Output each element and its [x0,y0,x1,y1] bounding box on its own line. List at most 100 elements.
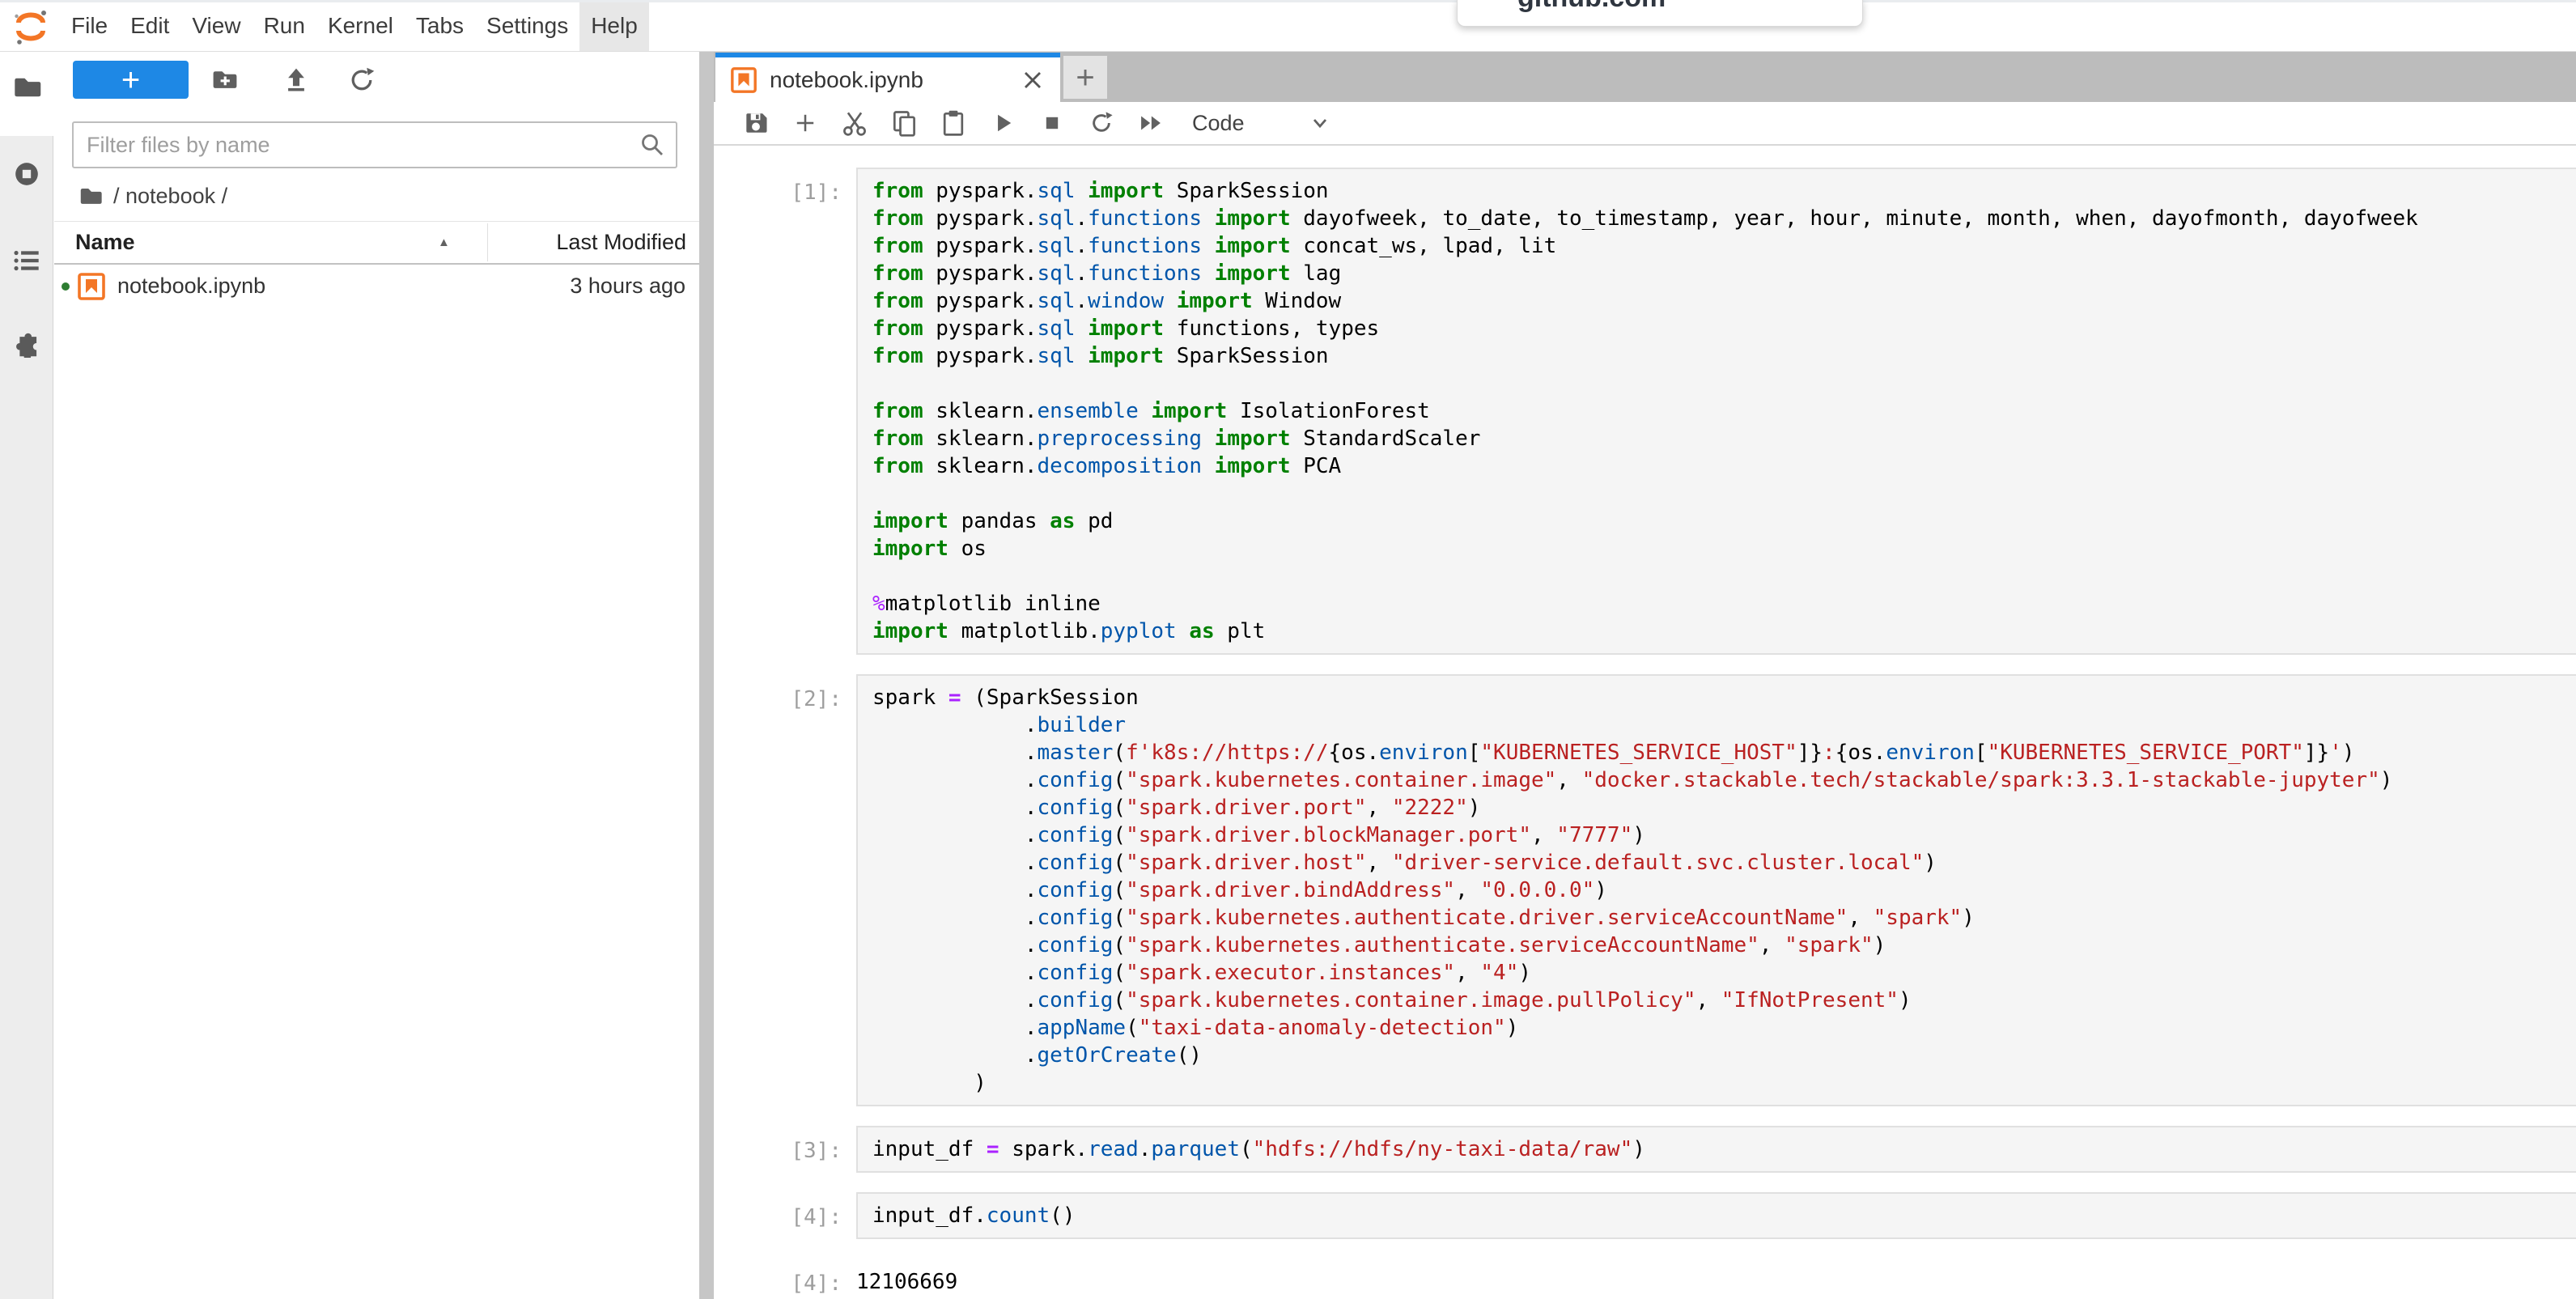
code-line: .config("spark.kubernetes.container.imag… [872,766,2576,794]
menu-help[interactable]: Help [579,0,649,51]
input-prompt: [4]: [714,1192,842,1231]
jupyter-logo [11,7,50,46]
code-cell[interactable]: [4]: input_df.count() [714,1192,2576,1239]
file-browser-panel: + Filter files by name [54,52,699,1299]
column-header-name[interactable]: Name [75,222,135,263]
notebook-tab[interactable]: notebook.ipynb [715,53,1060,102]
upload-button[interactable] [282,66,311,95]
column-header-modified[interactable]: Last Modified [556,222,686,263]
input-prompt: [2]: [714,674,842,713]
copy-cells-button[interactable] [886,105,922,141]
code-line: input_df = spark.read.parquet("hdfs://hd… [872,1136,2576,1163]
chevron-down-icon [1308,111,1332,135]
dock-tab-bar: notebook.ipynb + [714,52,2576,102]
stop-icon [1039,110,1065,136]
breadcrumb[interactable]: / notebook / [78,181,227,210]
file-browser-tab[interactable] [11,72,42,103]
close-tab-icon[interactable] [1020,67,1046,93]
window-top-edge [0,0,2576,2]
filter-placeholder: Filter files by name [87,133,639,158]
table-of-contents-tab[interactable] [11,245,42,276]
sort-ascending-icon[interactable]: ▲ [438,222,450,263]
restart-kernel-button[interactable] [1084,105,1119,141]
code-line [872,562,2576,590]
interrupt-kernel-button[interactable] [1034,105,1070,141]
file-row[interactable]: notebook.ipynb 3 hours ago [54,265,699,308]
code-line: .config("spark.kubernetes.authenticate.s… [872,932,2576,959]
popup-domain-text: github.com [1517,0,1666,14]
new-launcher-button[interactable]: + [73,61,189,99]
running-kernels-tab[interactable] [11,159,42,189]
extensions-tab[interactable] [11,327,42,358]
breadcrumb-path: / notebook / [113,184,227,209]
code-line: from pyspark.sql import SparkSession [872,177,2576,205]
code-line: from sklearn.preprocessing import Standa… [872,425,2576,452]
file-modified: 3 hours ago [570,265,685,308]
code-cell[interactable]: [1]:from pyspark.sql import SparkSession… [714,168,2576,655]
menu-kernel[interactable]: Kernel [316,0,405,51]
extensions-icon [11,327,42,358]
new-folder-icon [210,66,240,95]
code-line: from sklearn.decomposition import PCA [872,452,2576,480]
code-line: ) [872,1069,2576,1097]
save-icon [741,108,770,138]
cell-editor[interactable]: input_df = spark.read.parquet("hdfs://hd… [856,1126,2576,1173]
menu-run[interactable]: Run [253,0,316,51]
refresh-file-list-button[interactable] [347,66,376,95]
code-line: from sklearn.ensemble import IsolationFo… [872,397,2576,425]
menu-settings[interactable]: Settings [475,0,579,51]
code-line: from pyspark.sql import SparkSession [872,342,2576,370]
menu-edit[interactable]: Edit [119,0,180,51]
code-line: .config("spark.driver.port", "2222") [872,794,2576,821]
cut-cells-button[interactable] [837,105,872,141]
output-text: 12106669 [856,1259,2576,1296]
panel-splitter[interactable] [699,52,714,1299]
code-line: .config("spark.kubernetes.authenticate.d… [872,904,2576,932]
code-line [872,370,2576,397]
main-dock-panel: notebook.ipynb + [714,52,2576,1299]
cell-output-area[interactable]: [4]:12106669 [714,1259,2576,1297]
code-line: import pandas as pd [872,507,2576,535]
code-line: .config("spark.kubernetes.container.imag… [872,987,2576,1014]
run-cell-button[interactable] [985,105,1021,141]
code-line: from pyspark.sql.functions import concat… [872,232,2576,260]
folder-icon [11,72,42,103]
code-line: from pyspark.sql.functions import dayofw… [872,205,2576,232]
cell-editor[interactable]: from pyspark.sql import SparkSessionfrom… [856,168,2576,655]
running-kernels-icon [11,159,42,189]
menu-tabs[interactable]: Tabs [405,0,475,51]
kernel-running-dot [62,282,70,291]
cell-type-dropdown[interactable]: Code [1192,111,1332,136]
code-line: from pyspark.sql.window import Window [872,287,2576,315]
save-button[interactable] [738,105,774,141]
restart-run-all-button[interactable] [1133,105,1169,141]
code-line [872,480,2576,507]
filter-files-input[interactable]: Filter files by name [72,121,677,168]
code-cell[interactable]: [3]:input_df = spark.read.parquet("hdfs:… [714,1126,2576,1173]
browser-popup: github.com [1457,0,1863,27]
tab-title: notebook.ipynb [770,67,1020,93]
cell-editor[interactable]: spark = (SparkSession .builder .master(f… [856,674,2576,1106]
menu-view[interactable]: View [180,0,252,51]
code-line: .config("spark.driver.blockManager.port"… [872,821,2576,849]
code-cell[interactable]: [2]: spark = (SparkSession .builder .mast… [714,674,2576,1106]
menu-file[interactable]: File [60,0,119,51]
cell-type-value: Code [1192,111,1245,136]
code-line: spark = (SparkSession [872,684,2576,711]
upload-icon [282,66,311,95]
activity-bar [0,52,53,1299]
new-tab-button[interactable]: + [1063,56,1107,99]
code-line: .config("spark.driver.host", "driver-ser… [872,849,2576,877]
paste-cells-button[interactable] [936,105,971,141]
home-folder-icon[interactable] [78,183,104,209]
insert-cell-button[interactable] [787,105,823,141]
copy-icon [889,108,919,138]
notebook-toolbar: Code [714,102,2576,146]
notebook-content[interactable]: [1]:from pyspark.sql import SparkSession… [714,147,2576,1299]
file-list-header: Name ▲ Last Modified [54,222,699,263]
notebook-file-icon [730,66,758,94]
file-name: notebook.ipynb [117,265,265,308]
new-folder-button[interactable] [210,66,240,95]
cell-editor[interactable]: input_df.count() [856,1192,2576,1239]
search-icon [639,131,666,159]
